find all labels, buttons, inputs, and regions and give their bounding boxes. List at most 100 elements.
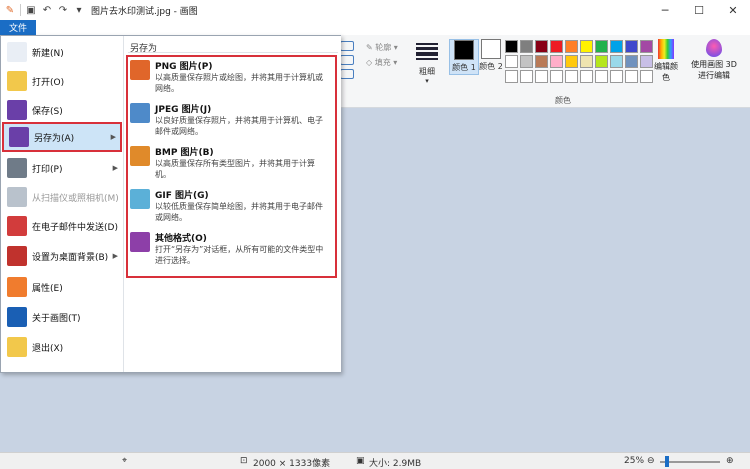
format-option-other-formats[interactable]: 其他格式(O) 打开“另存为”对话框，从所有可能的文件类型中进行选择。 bbox=[128, 231, 333, 271]
save-icon[interactable]: ▣ bbox=[25, 5, 37, 16]
menu-item-label: 打开(O) bbox=[32, 77, 65, 88]
palette-swatch[interactable] bbox=[580, 40, 593, 53]
zoom-in-button[interactable]: ⊕ bbox=[726, 456, 734, 466]
shape-arrow-icon[interactable] bbox=[340, 55, 354, 65]
menu-item-label: 新建(N) bbox=[32, 48, 64, 59]
palette-swatch[interactable] bbox=[520, 40, 533, 53]
shape-triangle-icon[interactable] bbox=[340, 41, 354, 51]
palette-swatch[interactable] bbox=[505, 40, 518, 53]
ribbon-tabs: 文件 bbox=[0, 20, 750, 35]
palette-swatch[interactable] bbox=[625, 40, 638, 53]
palette-swatch[interactable] bbox=[565, 70, 578, 83]
menu-item-info[interactable]: 关于画图(T) bbox=[2, 302, 122, 332]
palette-swatch[interactable] bbox=[565, 55, 578, 68]
menu-item-new-file[interactable]: 新建(N) bbox=[2, 37, 122, 67]
format-title: BMP 图片(B) bbox=[155, 148, 214, 158]
edit-colors-button[interactable]: 编辑颜色 bbox=[652, 39, 680, 83]
save-as-icon bbox=[9, 127, 29, 147]
chevron-right-icon: ▶ bbox=[112, 164, 118, 172]
palette-swatch[interactable] bbox=[595, 70, 608, 83]
paint3d-label: 使用画图 3D 进行编辑 bbox=[691, 60, 737, 80]
palette-swatch[interactable] bbox=[535, 40, 548, 53]
format-option-gif[interactable]: GIF 图片(G) 以较低质量保存简单绘图，并将其用于电子邮件或网络。 bbox=[128, 188, 333, 228]
file-size: 大小: 2.9MB bbox=[369, 459, 422, 469]
format-option-png[interactable]: PNG 图片(P) 以高质量保存照片或绘图，并将其用于计算机或网络。 bbox=[128, 59, 333, 99]
zoom-level: 25% bbox=[624, 456, 645, 466]
palette-swatch[interactable] bbox=[550, 40, 563, 53]
palette-swatch[interactable] bbox=[520, 55, 533, 68]
format-option-jpeg[interactable]: JPEG 图片(J) 以良好质量保存照片，并将其用于计算机、电子邮件或网络。 bbox=[128, 102, 333, 142]
redo-icon[interactable]: ↷ bbox=[57, 5, 69, 16]
palette-swatch[interactable] bbox=[550, 70, 563, 83]
file-menu: 新建(N) 打开(O) 保存(S) 另存为(A) ▶ 打印(P) ▶ 从扫描仪或照相机(M) 在… bbox=[0, 35, 341, 373]
palette-swatch[interactable] bbox=[505, 55, 518, 68]
close-button[interactable]: ✕ bbox=[716, 0, 750, 20]
menu-item-label: 另存为(A) bbox=[34, 133, 75, 144]
maximize-button[interactable]: ☐ bbox=[682, 0, 716, 20]
window-title: 图片去水印测试.jpg - 画图 bbox=[91, 6, 198, 17]
menu-item-open-folder[interactable]: 打开(O) bbox=[2, 66, 122, 96]
menu-item-label: 从扫描仪或照相机(M) bbox=[32, 193, 119, 204]
save-as-submenu: 另存为 PNG 图片(P) 以高质量保存照片或绘图，并将其用于计算机或网络。 JPE… bbox=[123, 36, 341, 372]
palette-swatch[interactable] bbox=[625, 70, 638, 83]
desktop-background-icon bbox=[7, 246, 27, 266]
edit-colors-label: 编辑颜色 bbox=[654, 62, 678, 82]
palette-swatch[interactable] bbox=[610, 40, 623, 53]
undo-icon[interactable]: ↶ bbox=[41, 5, 53, 16]
palette-swatch[interactable] bbox=[595, 40, 608, 53]
menu-item-label: 退出(X) bbox=[32, 343, 64, 354]
png-icon bbox=[130, 60, 150, 80]
menu-item-label: 关于画图(T) bbox=[32, 313, 81, 324]
zoom-out-button[interactable]: ⊖ bbox=[647, 456, 655, 466]
format-title: PNG 图片(P) bbox=[155, 62, 213, 72]
palette-swatch[interactable] bbox=[535, 70, 548, 83]
divider bbox=[20, 4, 21, 16]
palette-swatch[interactable] bbox=[625, 55, 638, 68]
image-dimensions: 2000 × 1333像素 bbox=[253, 459, 331, 469]
menu-item-exit[interactable]: 退出(X) bbox=[2, 332, 122, 362]
menu-item-save-as[interactable]: 另存为(A) ▶ bbox=[2, 122, 122, 152]
zoom-slider-thumb[interactable] bbox=[665, 456, 670, 467]
palette-swatch[interactable] bbox=[610, 70, 623, 83]
new-file-icon bbox=[7, 42, 27, 62]
palette-swatch[interactable] bbox=[505, 70, 518, 83]
file-size-icon: ▣ bbox=[356, 456, 365, 466]
format-description: 以高质量保存所有类型图片，并将其用于计算机。 bbox=[155, 159, 315, 179]
menu-item-desktop-background[interactable]: 设置为桌面背景(B) ▶ bbox=[2, 241, 122, 271]
customize-icon[interactable]: ▾ bbox=[73, 5, 85, 16]
color2-label: 颜色 2 bbox=[479, 62, 503, 71]
palette-swatch[interactable] bbox=[550, 55, 563, 68]
minimize-button[interactable]: ─ bbox=[648, 0, 682, 20]
file-menu-list: 新建(N) 打开(O) 保存(S) 另存为(A) ▶ 打印(P) ▶ 从扫描仪或照相机(M) 在… bbox=[1, 36, 123, 372]
palette-swatch[interactable] bbox=[580, 70, 593, 83]
chevron-right-icon: ▶ bbox=[110, 133, 116, 141]
menu-item-email[interactable]: 在电子邮件中发送(D) bbox=[2, 211, 122, 241]
shape-callout-icon[interactable] bbox=[340, 69, 354, 79]
paint3d-button[interactable]: 使用画图 3D 进行编辑 bbox=[686, 39, 742, 81]
menu-item-save-disk[interactable]: 保存(S) bbox=[2, 95, 122, 125]
menu-item-scanner[interactable]: 从扫描仪或照相机(M) bbox=[2, 182, 122, 212]
palette-swatch[interactable] bbox=[565, 40, 578, 53]
color2-button[interactable]: 颜色 2 bbox=[476, 39, 506, 73]
fill-button[interactable]: ◇ 填充 ▾ bbox=[366, 57, 397, 68]
palette-swatch[interactable] bbox=[595, 55, 608, 68]
menu-item-printer[interactable]: 打印(P) ▶ bbox=[2, 153, 122, 183]
palette-swatch[interactable] bbox=[535, 55, 548, 68]
format-option-bmp[interactable]: BMP 图片(B) 以高质量保存所有类型图片，并将其用于计算机。 bbox=[128, 145, 333, 185]
dimensions-icon: ⊡ bbox=[240, 456, 248, 466]
palette-swatch[interactable] bbox=[610, 55, 623, 68]
format-description: 以良好质量保存照片，并将其用于计算机、电子邮件或网络。 bbox=[155, 116, 323, 136]
size-button[interactable]: 粗细 ▾ bbox=[412, 41, 442, 85]
palette-swatch[interactable] bbox=[580, 55, 593, 68]
color1-button[interactable]: 颜色 1 bbox=[449, 39, 479, 75]
menu-item-label: 打印(P) bbox=[32, 164, 63, 175]
tab-file[interactable]: 文件 bbox=[0, 20, 36, 35]
palette-swatch[interactable] bbox=[520, 70, 533, 83]
outline-button[interactable]: ✎ 轮廓 ▾ bbox=[366, 42, 398, 53]
window-controls: ─ ☐ ✕ bbox=[648, 0, 750, 20]
divider bbox=[128, 52, 338, 53]
shapes-gallery[interactable] bbox=[340, 41, 356, 83]
exit-icon bbox=[7, 337, 27, 357]
menu-item-checkmark[interactable]: 属性(E) bbox=[2, 272, 122, 302]
size-label: 粗细 bbox=[419, 67, 435, 76]
